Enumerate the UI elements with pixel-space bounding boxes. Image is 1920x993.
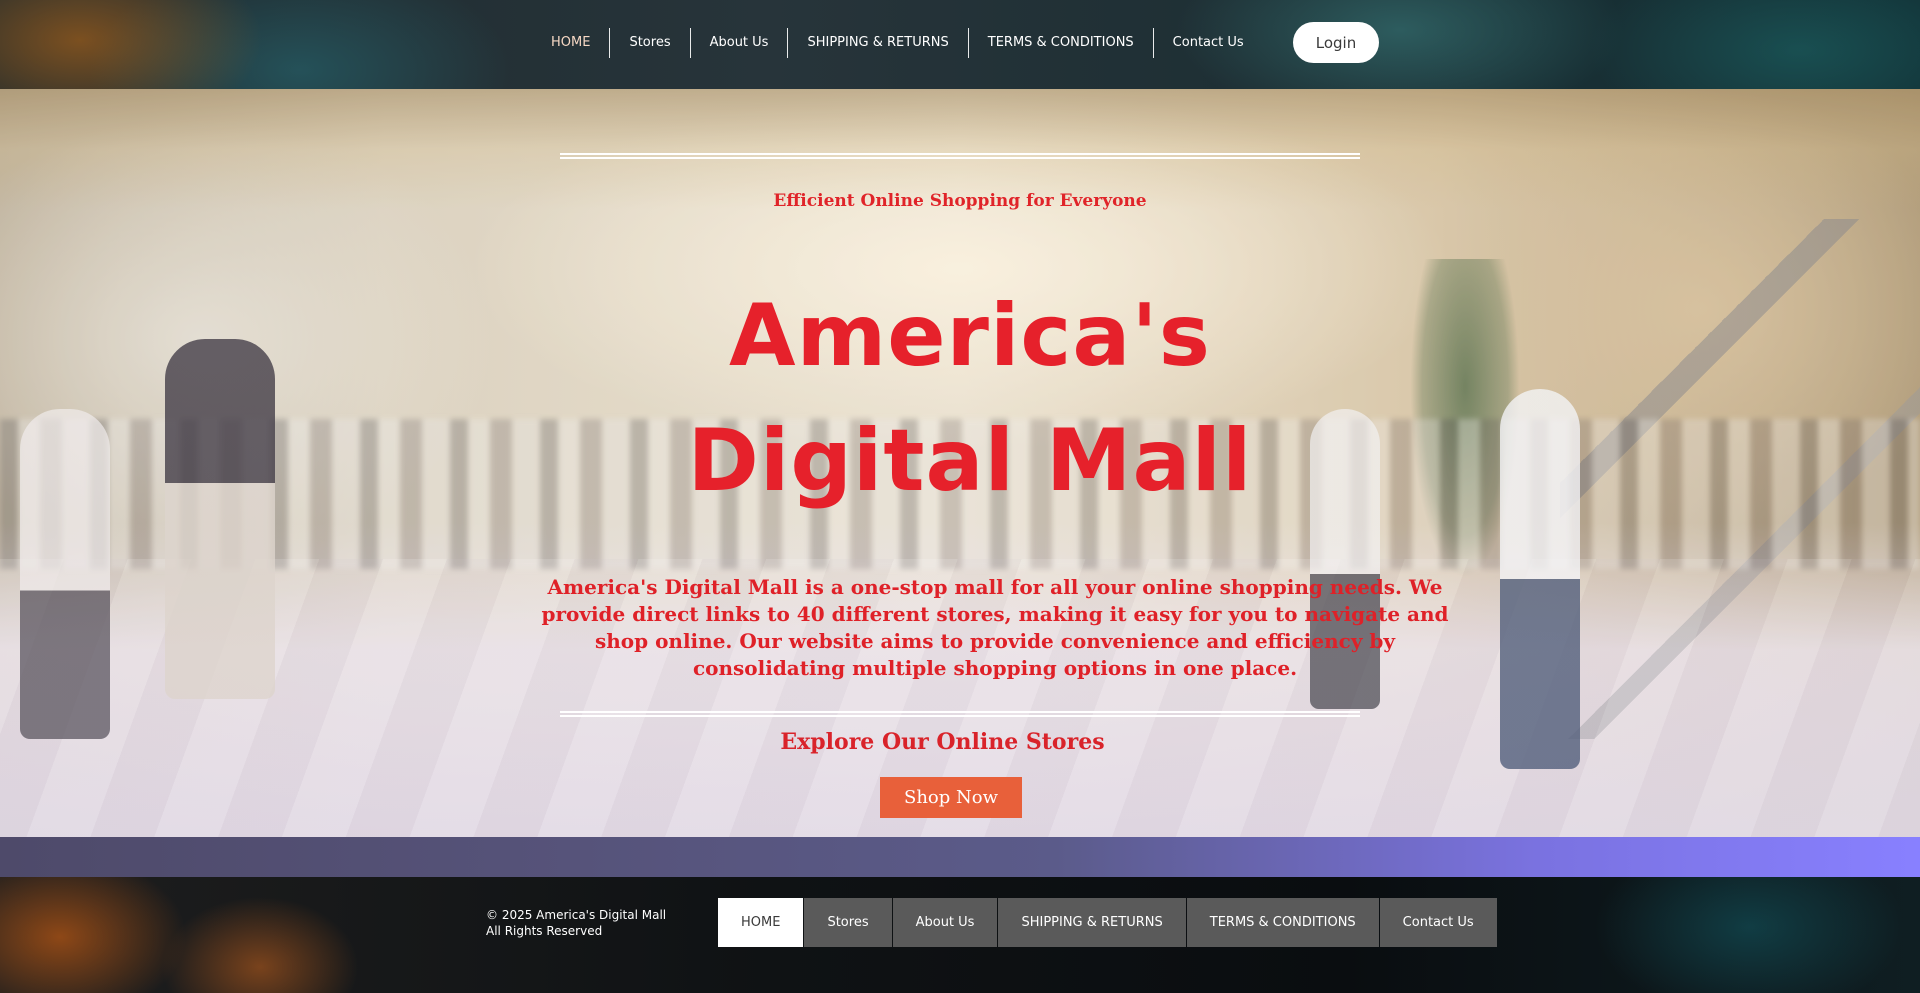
nav-item-shipping-returns[interactable]: SHIPPING & RETURNS [787, 28, 967, 58]
rights-line: All Rights Reserved [486, 924, 603, 938]
nav-item-contact-us[interactable]: Contact Us [1152, 28, 1263, 58]
footer-nav-item-shipping-returns[interactable]: SHIPPING & RETURNS [998, 898, 1186, 947]
login-button[interactable]: Login [1293, 22, 1379, 63]
shop-now-button[interactable]: Shop Now [880, 777, 1022, 818]
footer-nav: HOME Stores About Us SHIPPING & RETURNS … [718, 898, 1498, 947]
site-header: HOME Stores About Us SHIPPING & RETURNS … [0, 0, 1920, 89]
hero-tagline: Efficient Online Shopping for Everyone [773, 191, 1147, 211]
nav-item-stores[interactable]: Stores [609, 28, 689, 58]
footer-nav-item-home[interactable]: HOME [718, 898, 804, 947]
hero-section: Efficient Online Shopping for Everyone A… [0, 89, 1920, 837]
footer-nav-item-stores[interactable]: Stores [804, 898, 892, 947]
hero-divider-top [560, 153, 1360, 159]
hero-description: America's Digital Mall is a one-stop mal… [541, 575, 1449, 680]
copyright-line: © 2025 America's Digital Mall [486, 908, 667, 922]
hero-title: America's Digital Mall [687, 286, 1253, 511]
nav-item-terms-conditions[interactable]: TERMS & CONDITIONS [967, 28, 1153, 58]
site-footer: © 2025 America's Digital Mall All Rights… [0, 877, 1920, 993]
footer-nav-item-contact-us[interactable]: Contact Us [1379, 898, 1497, 947]
explore-heading: Explore Our Online Stores [780, 729, 1105, 755]
hero-divider-bottom [560, 711, 1360, 717]
copyright: © 2025 America's Digital Mall All Rights… [486, 907, 666, 939]
purple-band [0, 837, 1920, 877]
top-nav: HOME Stores About Us SHIPPING & RETURNS … [532, 27, 1263, 59]
nav-item-home[interactable]: HOME [532, 28, 609, 58]
footer-nav-item-about-us[interactable]: About Us [892, 898, 998, 947]
footer-nav-item-terms-conditions[interactable]: TERMS & CONDITIONS [1186, 898, 1379, 947]
nav-item-about-us[interactable]: About Us [689, 28, 788, 58]
